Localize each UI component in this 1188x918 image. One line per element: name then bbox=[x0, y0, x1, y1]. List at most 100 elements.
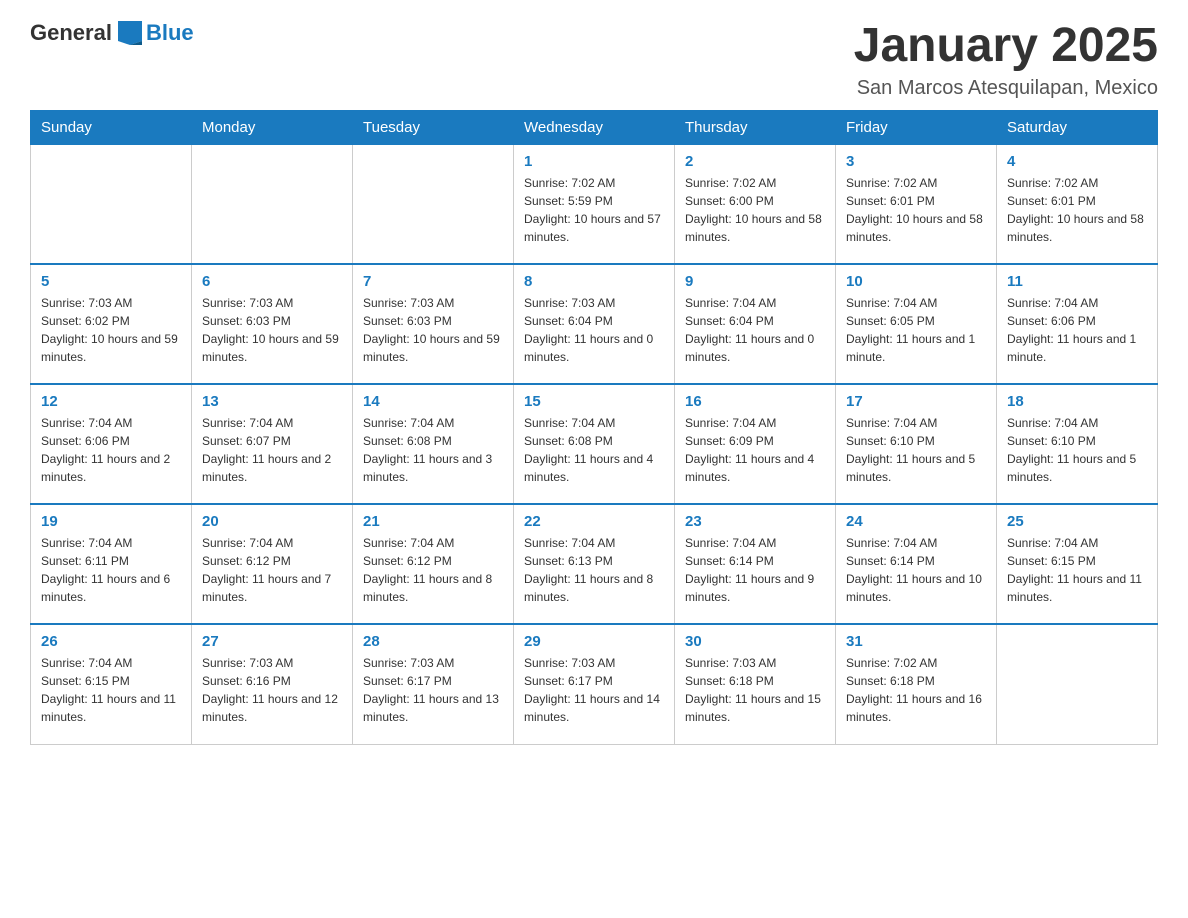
day-info: Sunrise: 7:04 AMSunset: 6:11 PMDaylight:… bbox=[41, 534, 181, 606]
day-number: 23 bbox=[685, 513, 825, 530]
day-number: 16 bbox=[685, 393, 825, 410]
day-info: Sunrise: 7:02 AMSunset: 6:18 PMDaylight:… bbox=[846, 654, 986, 726]
day-cell: 10Sunrise: 7:04 AMSunset: 6:05 PMDayligh… bbox=[836, 264, 997, 384]
day-cell: 27 Sunrise: 7:03 AMSunset: 6:16 PMDayligh… bbox=[192, 624, 353, 744]
day-info: Sunrise: 7:04 AMSunset: 6:05 PMDaylight:… bbox=[846, 294, 986, 366]
day-cell: 21 Sunrise: 7:04 AMSunset: 6:12 PMDayligh… bbox=[353, 504, 514, 624]
day-info: Sunrise: 7:02 AMSunset: 6:00 PMDaylight:… bbox=[685, 174, 825, 246]
logo-blue: Blue bbox=[146, 20, 194, 46]
day-cell: 22Sunrise: 7:04 AMSunset: 6:13 PMDayligh… bbox=[514, 504, 675, 624]
day-cell: 4Sunrise: 7:02 AMSunset: 6:01 PMDaylight… bbox=[997, 144, 1158, 264]
month-title: January 2025 bbox=[854, 20, 1158, 73]
logo-icon bbox=[118, 21, 142, 45]
day-cell: 26Sunrise: 7:04 AMSunset: 6:15 PMDayligh… bbox=[31, 624, 192, 744]
day-info: Sunrise: 7:02 AMSunset: 6:01 PMDaylight:… bbox=[846, 174, 986, 246]
location-title: San Marcos Atesquilapan, Mexico bbox=[854, 77, 1158, 100]
day-number: 17 bbox=[846, 393, 986, 410]
day-cell bbox=[997, 624, 1158, 744]
header-sunday: Sunday bbox=[31, 110, 192, 144]
day-cell: 16 Sunrise: 7:04 AMSunset: 6:09 PMDayligh… bbox=[675, 384, 836, 504]
day-info: Sunrise: 7:04 AMSunset: 6:10 PMDaylight:… bbox=[1007, 414, 1147, 486]
day-number: 6 bbox=[202, 273, 342, 290]
day-number: 7 bbox=[363, 273, 503, 290]
day-info: Sunrise: 7:04 AMSunset: 6:09 PMDaylight:… bbox=[685, 414, 825, 486]
header-wednesday: Wednesday bbox=[514, 110, 675, 144]
logo: General Blue bbox=[30, 20, 194, 46]
day-number: 11 bbox=[1007, 273, 1147, 290]
day-cell bbox=[353, 144, 514, 264]
day-info: Sunrise: 7:04 AMSunset: 6:04 PMDaylight:… bbox=[685, 294, 825, 366]
day-info: Sunrise: 7:04 AMSunset: 6:08 PMDaylight:… bbox=[363, 414, 503, 486]
day-cell: 7 Sunrise: 7:03 AMSunset: 6:03 PMDaylight… bbox=[353, 264, 514, 384]
day-cell: 3 Sunrise: 7:02 AMSunset: 6:01 PMDaylight… bbox=[836, 144, 997, 264]
day-cell: 13 Sunrise: 7:04 AMSunset: 6:07 PMDayligh… bbox=[192, 384, 353, 504]
day-cell: 14 Sunrise: 7:04 AMSunset: 6:08 PMDayligh… bbox=[353, 384, 514, 504]
day-number: 19 bbox=[41, 513, 181, 530]
day-cell: 15Sunrise: 7:04 AMSunset: 6:08 PMDayligh… bbox=[514, 384, 675, 504]
day-number: 15 bbox=[524, 393, 664, 410]
day-number: 21 bbox=[363, 513, 503, 530]
day-number: 8 bbox=[524, 273, 664, 290]
day-cell: 20 Sunrise: 7:04 AMSunset: 6:12 PMDayligh… bbox=[192, 504, 353, 624]
day-info: Sunrise: 7:03 AMSunset: 6:18 PMDaylight:… bbox=[685, 654, 825, 726]
day-number: 20 bbox=[202, 513, 342, 530]
week-row-1: 1 Sunrise: 7:02 AMSunset: 5:59 PMDaylight… bbox=[31, 144, 1158, 264]
day-info: Sunrise: 7:03 AMSunset: 6:04 PMDaylight:… bbox=[524, 294, 664, 366]
day-info: Sunrise: 7:04 AMSunset: 6:07 PMDaylight:… bbox=[202, 414, 342, 486]
day-cell: 5 Sunrise: 7:03 AMSunset: 6:02 PMDaylight… bbox=[31, 264, 192, 384]
week-row-4: 19 Sunrise: 7:04 AMSunset: 6:11 PMDayligh… bbox=[31, 504, 1158, 624]
day-cell bbox=[192, 144, 353, 264]
calendar-table: SundayMondayTuesdayWednesdayThursdayFrid… bbox=[30, 110, 1158, 745]
day-info: Sunrise: 7:03 AMSunset: 6:03 PMDaylight:… bbox=[202, 294, 342, 366]
day-number: 27 bbox=[202, 633, 342, 650]
day-info: Sunrise: 7:04 AMSunset: 6:14 PMDaylight:… bbox=[685, 534, 825, 606]
header-saturday: Saturday bbox=[997, 110, 1158, 144]
header-tuesday: Tuesday bbox=[353, 110, 514, 144]
title-section: January 2025 San Marcos Atesquilapan, Me… bbox=[854, 20, 1158, 100]
day-number: 14 bbox=[363, 393, 503, 410]
day-info: Sunrise: 7:04 AMSunset: 6:14 PMDaylight:… bbox=[846, 534, 986, 606]
day-cell bbox=[31, 144, 192, 264]
day-number: 24 bbox=[846, 513, 986, 530]
day-number: 9 bbox=[685, 273, 825, 290]
day-cell: 12 Sunrise: 7:04 AMSunset: 6:06 PMDayligh… bbox=[31, 384, 192, 504]
day-info: Sunrise: 7:04 AMSunset: 6:06 PMDaylight:… bbox=[1007, 294, 1147, 366]
day-cell: 6 Sunrise: 7:03 AMSunset: 6:03 PMDaylight… bbox=[192, 264, 353, 384]
day-info: Sunrise: 7:04 AMSunset: 6:12 PMDaylight:… bbox=[202, 534, 342, 606]
day-cell: 23 Sunrise: 7:04 AMSunset: 6:14 PMDayligh… bbox=[675, 504, 836, 624]
day-number: 1 bbox=[524, 153, 664, 170]
day-number: 31 bbox=[846, 633, 986, 650]
day-cell: 25Sunrise: 7:04 AMSunset: 6:15 PMDayligh… bbox=[997, 504, 1158, 624]
day-number: 25 bbox=[1007, 513, 1147, 530]
day-number: 26 bbox=[41, 633, 181, 650]
day-info: Sunrise: 7:04 AMSunset: 6:06 PMDaylight:… bbox=[41, 414, 181, 486]
week-row-3: 12 Sunrise: 7:04 AMSunset: 6:06 PMDayligh… bbox=[31, 384, 1158, 504]
day-number: 5 bbox=[41, 273, 181, 290]
day-number: 22 bbox=[524, 513, 664, 530]
day-info: Sunrise: 7:04 AMSunset: 6:12 PMDaylight:… bbox=[363, 534, 503, 606]
day-number: 18 bbox=[1007, 393, 1147, 410]
header-thursday: Thursday bbox=[675, 110, 836, 144]
day-number: 29 bbox=[524, 633, 664, 650]
day-cell: 24 Sunrise: 7:04 AMSunset: 6:14 PMDayligh… bbox=[836, 504, 997, 624]
day-info: Sunrise: 7:02 AMSunset: 5:59 PMDaylight:… bbox=[524, 174, 664, 246]
day-info: Sunrise: 7:03 AMSunset: 6:02 PMDaylight:… bbox=[41, 294, 181, 366]
header-friday: Friday bbox=[836, 110, 997, 144]
day-cell: 28Sunrise: 7:03 AMSunset: 6:17 PMDayligh… bbox=[353, 624, 514, 744]
header-row: SundayMondayTuesdayWednesdayThursdayFrid… bbox=[31, 110, 1158, 144]
week-row-2: 5 Sunrise: 7:03 AMSunset: 6:02 PMDaylight… bbox=[31, 264, 1158, 384]
day-info: Sunrise: 7:03 AMSunset: 6:03 PMDaylight:… bbox=[363, 294, 503, 366]
day-number: 3 bbox=[846, 153, 986, 170]
day-info: Sunrise: 7:03 AMSunset: 6:16 PMDaylight:… bbox=[202, 654, 342, 726]
day-number: 13 bbox=[202, 393, 342, 410]
day-cell: 30Sunrise: 7:03 AMSunset: 6:18 PMDayligh… bbox=[675, 624, 836, 744]
day-cell: 9 Sunrise: 7:04 AMSunset: 6:04 PMDaylight… bbox=[675, 264, 836, 384]
day-cell: 1 Sunrise: 7:02 AMSunset: 5:59 PMDaylight… bbox=[514, 144, 675, 264]
day-number: 4 bbox=[1007, 153, 1147, 170]
day-cell: 31 Sunrise: 7:02 AMSunset: 6:18 PMDayligh… bbox=[836, 624, 997, 744]
day-number: 12 bbox=[41, 393, 181, 410]
header-monday: Monday bbox=[192, 110, 353, 144]
day-cell: 17Sunrise: 7:04 AMSunset: 6:10 PMDayligh… bbox=[836, 384, 997, 504]
logo-general: General bbox=[30, 20, 112, 46]
day-info: Sunrise: 7:03 AMSunset: 6:17 PMDaylight:… bbox=[524, 654, 664, 726]
